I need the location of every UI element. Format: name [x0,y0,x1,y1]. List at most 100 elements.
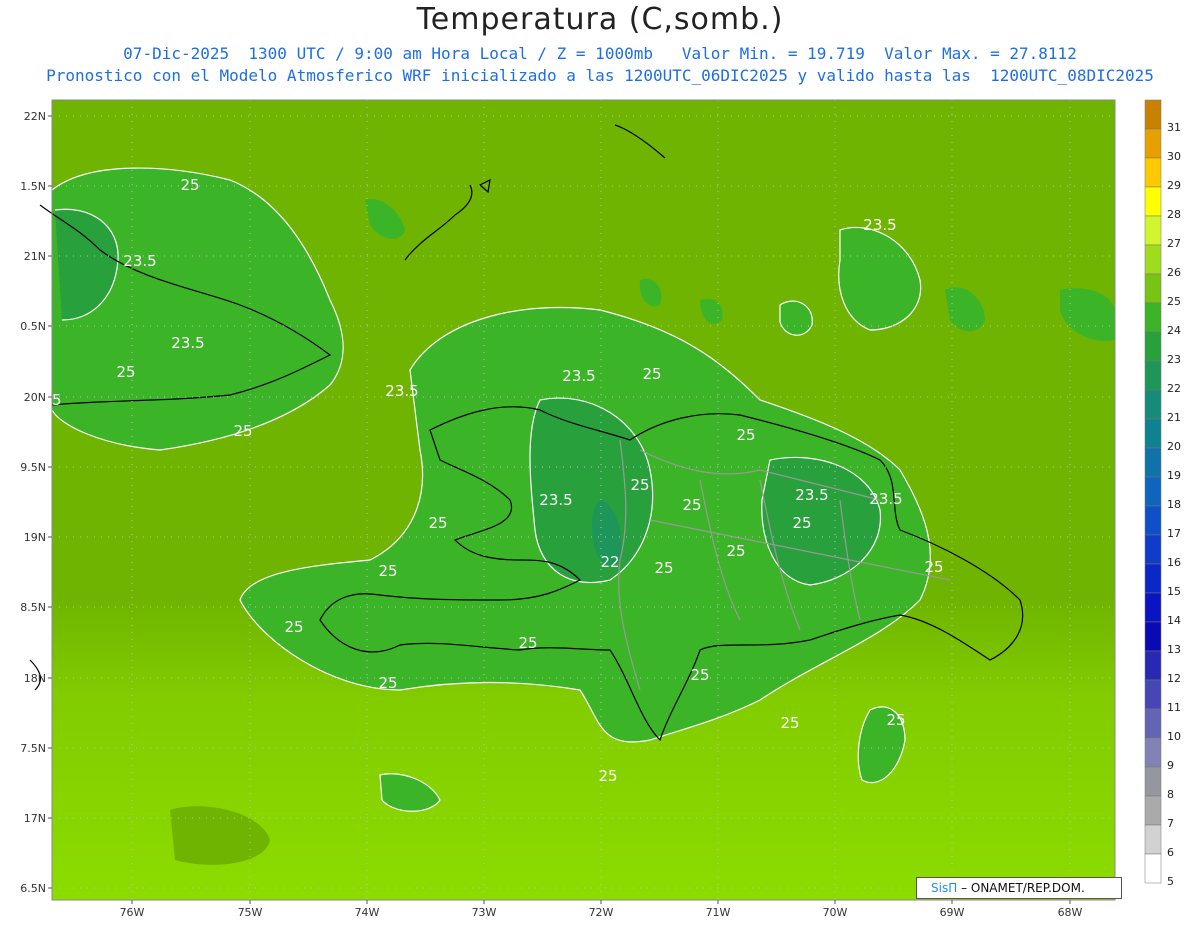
colorbar-swatch [1144,331,1162,362]
colorbar-label: 11 [1167,701,1181,714]
colorbar-label: 6 [1167,846,1174,859]
colorbar-swatch [1144,244,1162,275]
colorbar-label: 18 [1167,498,1181,511]
lat-label: 21N [24,250,46,263]
contour-label: 23.5 [863,216,896,234]
colorbar-label: 5 [1167,875,1174,888]
contour-label: 25 [233,422,252,440]
lat-label: 8.5N [20,601,46,614]
colorbar-label: 15 [1167,585,1181,598]
colorbar-label: 7 [1167,817,1174,830]
contour-label: 25 [428,514,447,532]
contour-label: 25 [780,714,799,732]
lat-label: 20N [24,391,46,404]
lat-label: 7.5N [20,742,46,755]
colorbar-label: 13 [1167,643,1181,656]
colorbar-swatch [1144,186,1162,217]
lat-label: 0.5N [20,320,46,333]
contour-label: 23.5 [171,334,204,352]
contour-label: 23.5 [385,382,418,400]
colorbar-swatch [1144,592,1162,623]
colorbar-swatch [1144,853,1162,884]
lon-label: 75W [238,906,263,919]
lon-label: 76W [120,906,145,919]
lon-label: 72W [589,906,614,919]
lat-label: 18N [24,672,46,685]
colorbar-label: 12 [1167,672,1181,685]
lat-label: 19N [24,531,46,544]
colorbar-swatch [1144,650,1162,681]
contour-label: 25 [736,426,755,444]
latitude-labels: 22N 1.5N 21N 0.5N 20N 9.5N 19N 8.5N 18N 7.5N 17N 6.… [20,110,52,895]
lon-label: 70W [823,906,848,919]
contour-label: 25 [598,767,617,785]
colorbar: 31 30 29 28 27 26 25 24 23 22 21 20 19 18 17 16 15 14 13 12… [1144,99,1181,888]
contour-label: 23.5 [869,490,902,508]
colorbar-swatch [1144,505,1162,536]
colorbar-label: 25 [1167,295,1181,308]
contour-label: 25 [642,365,661,383]
colorbar-swatch [1144,215,1162,246]
longitude-labels: 76W 75W 74W 73W 72W 71W 70W 69W 68W [120,900,1083,919]
colorbar-swatch [1144,273,1162,304]
credit-box: SisΠ – ONAMET/REP.DOM. [916,877,1122,899]
colorbar-label: 19 [1167,469,1181,482]
lat-label: 22N [24,110,46,123]
colorbar-swatch [1144,708,1162,739]
colorbar-swatch [1144,534,1162,565]
colorbar-label: 21 [1167,411,1181,424]
colorbar-swatch [1144,302,1162,333]
contour-label: 25 [284,618,303,636]
contour-label: 25 [378,562,397,580]
colorbar-label: 30 [1167,150,1181,163]
colorbar-swatch [1144,389,1162,420]
contour-label: 23.5 [539,491,572,509]
contour-label: 25 [180,176,199,194]
colorbar-swatch [1144,128,1162,159]
lat-label: 6.5N [20,882,46,895]
contour-label: 25 [690,666,709,684]
colorbar-swatch [1144,447,1162,478]
sisp-brand: SisΠ [931,881,958,895]
contour-label: 25 [116,363,135,381]
colorbar-label: 17 [1167,527,1181,540]
colorbar-swatch [1144,679,1162,710]
contour-label: 25 [726,542,745,560]
colorbar-label: 22 [1167,382,1181,395]
contour-label: 25 [886,711,905,729]
contour-label: 25 [654,559,673,577]
contour-label: 25 [378,674,397,692]
colorbar-swatch [1144,99,1162,130]
colorbar-swatch [1144,621,1162,652]
colorbar-swatch [1144,766,1162,797]
colorbar-label: 23 [1167,353,1181,366]
lat-label: 1.5N [20,180,46,193]
colorbar-swatch [1144,737,1162,768]
colorbar-label: 16 [1167,556,1181,569]
lat-label: 9.5N [20,461,46,474]
lon-label: 68W [1058,906,1083,919]
colorbar-label: 26 [1167,266,1181,279]
temperature-map: 25 23.5 23.5 23.5 25 25 25 23.5 25 23.5 25 23.5 25 23… [20,99,1181,919]
colorbar-swatch [1144,563,1162,594]
contour-label: 23.5 [795,486,828,504]
contour-label: 25 [924,558,943,576]
lon-label: 71W [706,906,731,919]
colorbar-label: 20 [1167,440,1181,453]
contour-label: 25 [518,634,537,652]
colorbar-swatch [1144,824,1162,855]
contour-label: 25 [682,496,701,514]
colorbar-label: 9 [1167,759,1174,772]
colorbar-label: 27 [1167,237,1181,250]
colorbar-label: 28 [1167,208,1181,221]
colorbar-swatch [1144,418,1162,449]
colorbar-swatch [1144,795,1162,826]
lat-label: 17N [24,812,46,825]
lon-label: 69W [940,906,965,919]
contour-label: 25 [630,476,649,494]
contour-label: 22 [600,553,619,571]
colorbar-label: 29 [1167,179,1181,192]
credit-text: – ONAMET/REP.DOM. [961,881,1085,895]
contour-label: 23.5 [562,367,595,385]
colorbar-label: 10 [1167,730,1181,743]
